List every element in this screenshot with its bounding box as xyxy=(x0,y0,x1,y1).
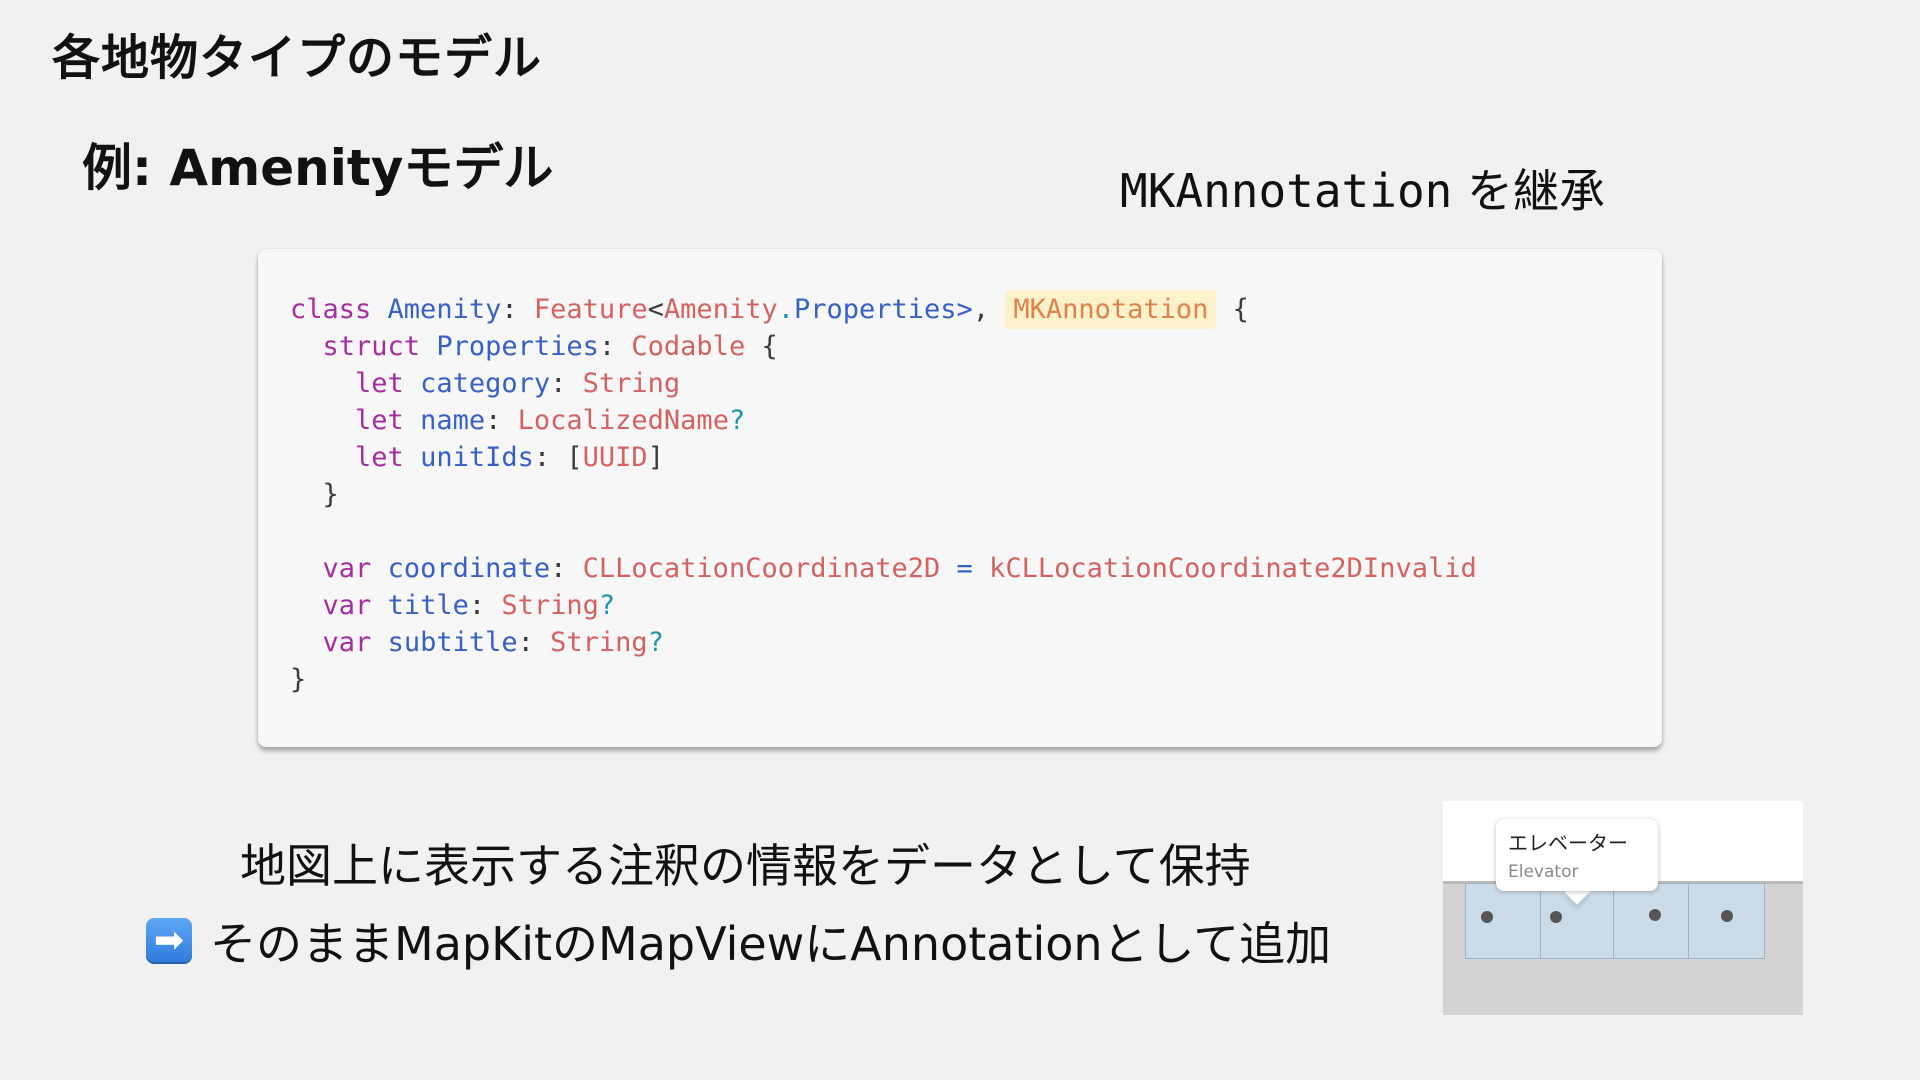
type-ref: UUID xyxy=(582,442,648,473)
type-ref: LocalizedName xyxy=(517,405,729,436)
code-line-6: } xyxy=(290,479,339,510)
map-marker-dot[interactable] xyxy=(1649,909,1661,921)
type-name: Properties xyxy=(793,294,957,325)
punct: : xyxy=(598,331,632,362)
callout-subtitle: Elevator xyxy=(1508,862,1579,882)
code-line-4: let name: LocalizedName? xyxy=(290,405,745,436)
type-name: Amenity xyxy=(387,294,502,325)
punct: : [ xyxy=(533,442,583,473)
punct: : xyxy=(550,368,583,399)
punct: : xyxy=(550,553,583,584)
punct: { xyxy=(1216,294,1249,325)
property-name: unitIds xyxy=(420,442,534,473)
code-line-11: } xyxy=(290,664,306,695)
slide-title: 各地物タイプのモデル xyxy=(52,30,543,86)
value-ref: kCLLocationCoordinate2DInvalid xyxy=(989,553,1477,584)
code-line-3: let category: String xyxy=(290,368,680,399)
punct: > xyxy=(956,294,973,325)
punct: ? xyxy=(728,405,746,436)
code-line-1: class Amenity: Feature<Amenity.Propertie… xyxy=(290,290,1249,329)
map-marker-dot[interactable] xyxy=(1721,910,1733,922)
type-ref: String xyxy=(582,368,681,399)
type-ref: Codable xyxy=(631,331,746,362)
punct: : xyxy=(468,590,502,621)
punct: ? xyxy=(647,627,664,658)
punct: : xyxy=(485,405,518,436)
keyword: let xyxy=(355,405,404,436)
elevator-unit xyxy=(1613,883,1689,959)
punct: , xyxy=(972,294,1006,325)
property-name: subtitle xyxy=(387,627,518,658)
punct: } xyxy=(322,479,339,510)
code-line-8: var coordinate: CLLocationCoordinate2D =… xyxy=(290,553,1477,584)
code-line-2: struct Properties: Codable { xyxy=(290,331,778,362)
code-line-5: let unitIds: [UUID] xyxy=(290,442,664,473)
note-line-1: 地図上に表示する注釈の情報をデータとして保持 xyxy=(240,839,1251,893)
keyword: var xyxy=(322,590,372,621)
note-line-2-text: そのままMapKitのMapViewにAnnotationとして追加 xyxy=(210,917,1332,971)
code-line-10: var subtitle: String? xyxy=(290,627,664,658)
map-preview: エレベーター Elevator xyxy=(1443,801,1803,1015)
punct: < xyxy=(647,294,664,325)
code-text: class Amenity: Feature<Amenity.Propertie… xyxy=(290,290,1477,698)
punct: : xyxy=(517,627,551,658)
highlighted-protocol: MKAnnotation xyxy=(1005,290,1217,329)
type-name: Properties xyxy=(436,331,599,362)
map-marker-dot[interactable] xyxy=(1550,911,1562,923)
keyword: let xyxy=(355,368,404,399)
inherit-note: MKAnnotation を継承 xyxy=(1120,155,1605,221)
punct: ] xyxy=(647,442,664,473)
punct: ? xyxy=(598,590,616,621)
keyword: class xyxy=(290,294,372,325)
punct: } xyxy=(290,664,307,695)
punct: = xyxy=(956,553,973,584)
type-ref: Amenity xyxy=(663,294,778,325)
property-name: category xyxy=(420,368,551,399)
callout-title: エレベーター xyxy=(1508,831,1628,855)
keyword: struct xyxy=(322,331,421,362)
arrow-right-icon: ➡ xyxy=(146,918,192,964)
type-ref: String xyxy=(550,627,648,658)
type-ref: Feature xyxy=(533,294,648,325)
punct: . xyxy=(777,294,794,325)
punct: { xyxy=(745,331,778,362)
inherit-code: MKAnnotation xyxy=(1120,164,1453,218)
property-name: title xyxy=(387,590,469,621)
slide-subtitle: 例: Amenityモデル xyxy=(82,139,554,197)
property-name: name xyxy=(420,405,486,436)
map-marker-dot[interactable] xyxy=(1481,911,1493,923)
elevator-unit xyxy=(1465,883,1541,959)
code-block: class Amenity: Feature<Amenity.Propertie… xyxy=(258,249,1662,747)
note-line-2: ➡ そのままMapKitのMapViewにAnnotationとして追加 xyxy=(146,908,1331,974)
punct: : xyxy=(501,294,534,325)
keyword: let xyxy=(355,442,404,473)
type-ref: String xyxy=(501,590,599,621)
type-ref: CLLocationCoordinate2D xyxy=(582,553,941,584)
annotation-callout[interactable]: エレベーター Elevator xyxy=(1496,819,1658,891)
inherit-suffix: を継承 xyxy=(1452,164,1605,218)
property-name: coordinate xyxy=(387,553,551,584)
keyword: var xyxy=(322,553,372,584)
keyword: var xyxy=(322,627,372,658)
code-line-9: var title: String? xyxy=(290,590,616,621)
